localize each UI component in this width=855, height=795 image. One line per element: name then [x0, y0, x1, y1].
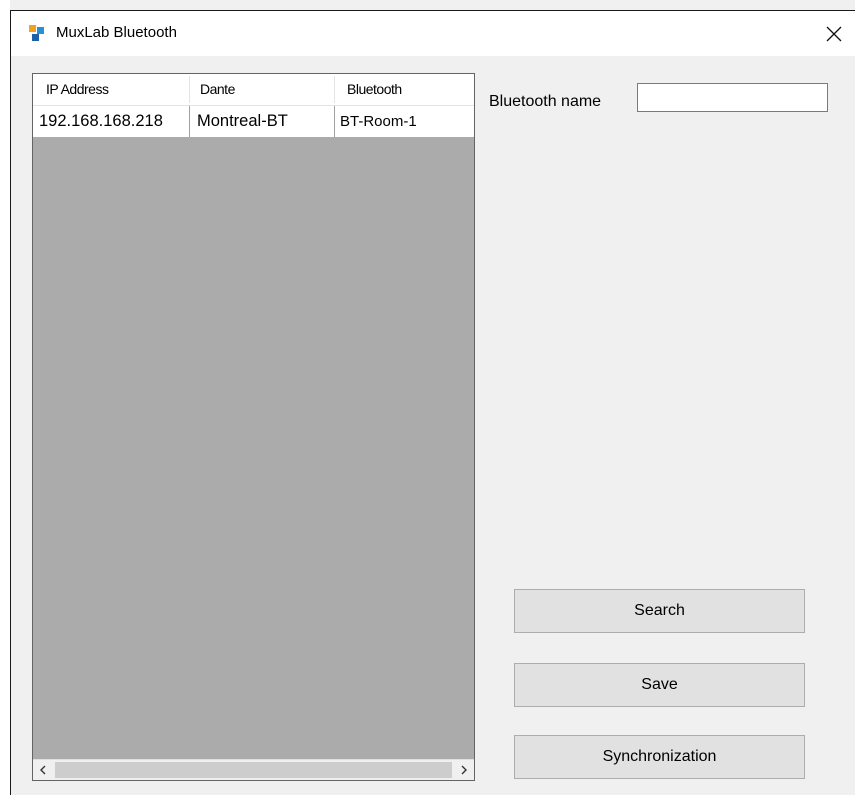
app-window: MuxLab Bluetooth IP Address Dante Blueto…	[0, 0, 855, 795]
muxlab-logo-icon	[29, 25, 44, 41]
cell-dante[interactable]: Montreal-BT	[197, 106, 288, 137]
title-bar: MuxLab Bluetooth	[11, 11, 855, 56]
save-button[interactable]: Save	[514, 663, 805, 707]
scroll-left-button[interactable]	[33, 760, 53, 780]
cell-bluetooth[interactable]: BT-Room-1	[340, 106, 417, 137]
bluetooth-name-input[interactable]	[637, 83, 828, 112]
column-divider[interactable]	[189, 76, 190, 103]
column-header-dante[interactable]: Dante	[200, 74, 235, 105]
window-left-border	[10, 10, 11, 795]
column-header-bluetooth[interactable]: Bluetooth	[347, 74, 402, 105]
cell-divider	[189, 106, 190, 137]
bluetooth-name-label: Bluetooth name	[489, 93, 602, 110]
cell-ip-address[interactable]: 192.168.168.218	[39, 106, 163, 137]
window-left-margin	[0, 0, 10, 795]
synchronization-button[interactable]: Synchronization	[514, 735, 805, 779]
chevron-left-icon	[40, 765, 46, 775]
close-icon	[826, 26, 842, 41]
chevron-right-icon	[461, 765, 467, 775]
horizontal-scrollbar[interactable]	[33, 759, 474, 780]
search-button[interactable]: Search	[514, 589, 805, 633]
close-button[interactable]	[813, 11, 855, 56]
window-title: MuxLab Bluetooth	[56, 24, 177, 41]
column-divider[interactable]	[334, 76, 335, 103]
scroll-thumb[interactable]	[55, 762, 452, 778]
column-header-ip-address[interactable]: IP Address	[46, 74, 109, 105]
table-header: IP Address Dante Bluetooth	[33, 74, 474, 106]
cell-divider	[334, 106, 335, 137]
devices-table[interactable]: IP Address Dante Bluetooth 192.168.168.2…	[32, 73, 475, 781]
table-row[interactable]: 192.168.168.218 Montreal-BT BT-Room-1	[33, 106, 474, 137]
scroll-right-button[interactable]	[454, 760, 474, 780]
